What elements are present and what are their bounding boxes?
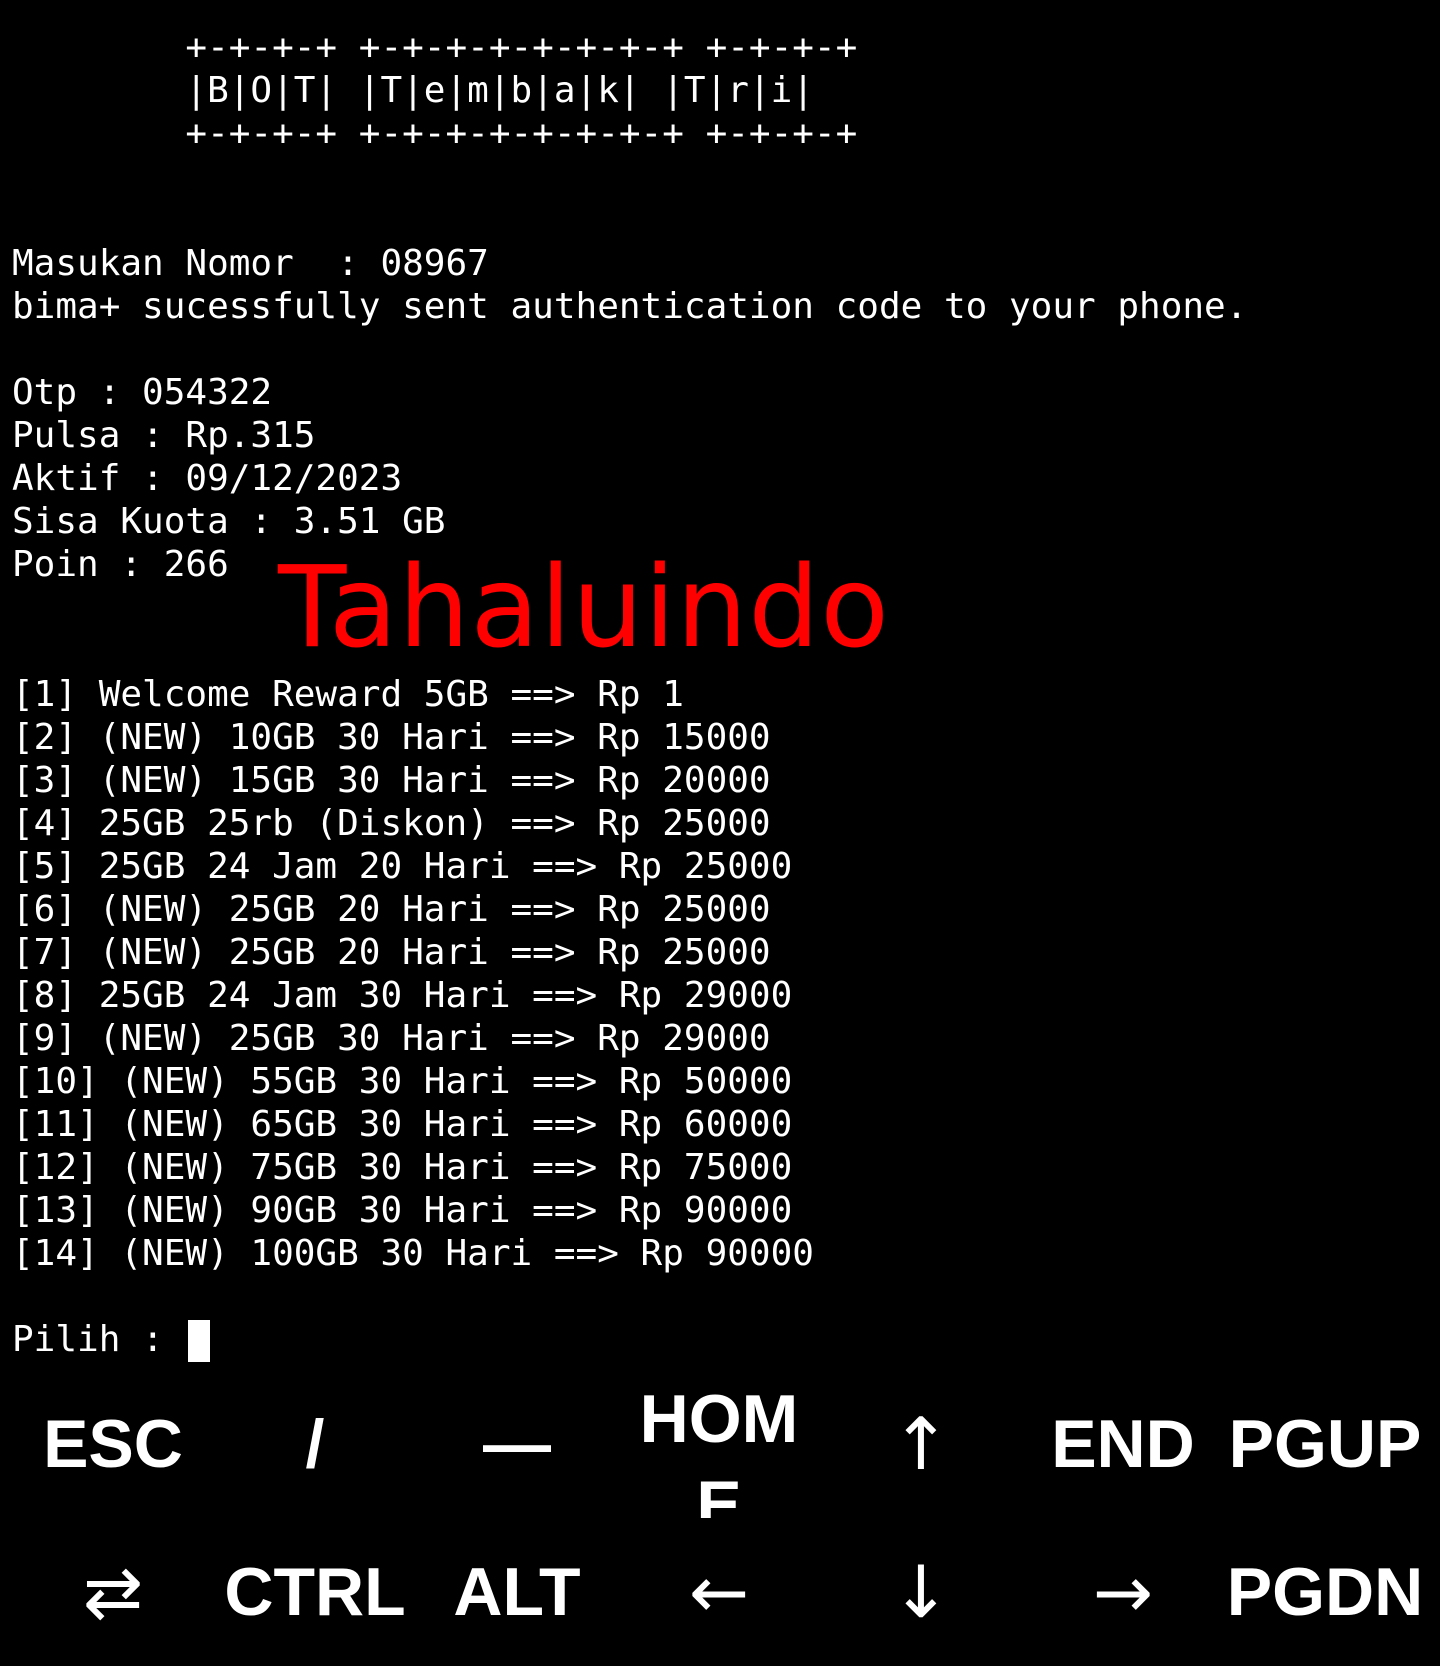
menu-item: [9] (NEW) 25GB 30 Hari ==> Rp 29000 [12,1018,771,1059]
end-key[interactable]: END [1022,1370,1224,1518]
menu-item: [14] (NEW) 100GB 30 Hari ==> Rp 90000 [12,1233,814,1274]
slash-key[interactable]: / [214,1370,416,1518]
tab-key[interactable]: ⇄ [12,1518,214,1666]
menu-item: [4] 25GB 25rb (Diskon) ==> Rp 25000 [12,803,771,844]
pulsa-line: Pulsa : Rp.315 [12,415,316,456]
dash-key[interactable]: — [416,1370,618,1518]
menu-item: [10] (NEW) 55GB 30 Hari ==> Rp 50000 [12,1061,793,1102]
banner-line-bottom: +-+-+-+ +-+-+-+-+-+-+-+ +-+-+-+ [12,113,858,154]
kuota-line: Sisa Kuota : 3.51 GB [12,501,446,542]
sent-message-line: bima+ sucessfully sent authentication co… [12,286,1248,327]
menu-item: [1] Welcome Reward 5GB ==> Rp 1 [12,674,684,715]
input-prompt: Pilih : [12,1319,186,1360]
menu-item: [11] (NEW) 65GB 30 Hari ==> Rp 60000 [12,1104,793,1145]
watermark-text: Tahaluindo [278,543,890,673]
menu-item: [3] (NEW) 15GB 30 Hari ==> Rp 20000 [12,760,771,801]
arrow-left-key[interactable]: ← [618,1518,820,1666]
arrow-right-key[interactable]: → [1022,1518,1224,1666]
pgup-key[interactable]: PGUP [1224,1370,1426,1518]
extra-keys-bar: ESC / — HOME ↑ END PGUP ⇄ CTRL ALT ← ↓ →… [0,1370,1440,1666]
home-key[interactable]: HOME [618,1370,820,1518]
esc-key[interactable]: ESC [12,1370,214,1518]
menu-item: [13] (NEW) 90GB 30 Hari ==> Rp 90000 [12,1190,793,1231]
menu-item: [8] 25GB 24 Jam 30 Hari ==> Rp 29000 [12,975,793,1016]
aktif-line: Aktif : 09/12/2023 [12,458,403,499]
ctrl-key[interactable]: CTRL [214,1518,416,1666]
pgdn-key[interactable]: PGDN [1224,1518,1426,1666]
menu-item: [6] (NEW) 25GB 20 Hari ==> Rp 25000 [12,889,771,930]
arrow-down-key[interactable]: ↓ [820,1518,1022,1666]
menu-item: [12] (NEW) 75GB 30 Hari ==> Rp 75000 [12,1147,793,1188]
arrow-up-key[interactable]: ↑ [820,1370,1022,1518]
poin-line: Poin : 266 [12,544,229,585]
otp-line: Otp : 054322 [12,372,273,413]
banner-line-top: +-+-+-+ +-+-+-+-+-+-+-+ +-+-+-+ [12,27,858,68]
nomor-line: Masukan Nomor : 08967 [12,243,489,284]
banner-line-title: |B|O|T| |T|e|m|b|a|k| |T|r|i| [12,70,814,111]
alt-key[interactable]: ALT [416,1518,618,1666]
menu-item: [7] (NEW) 25GB 20 Hari ==> Rp 25000 [12,932,771,973]
terminal-screen[interactable]: +-+-+-+ +-+-+-+-+-+-+-+ +-+-+-+ |B|O|T| … [0,0,1440,1370]
text-cursor [188,1320,210,1362]
menu-item: [5] 25GB 24 Jam 20 Hari ==> Rp 25000 [12,846,793,887]
menu-item: [2] (NEW) 10GB 30 Hari ==> Rp 15000 [12,717,771,758]
